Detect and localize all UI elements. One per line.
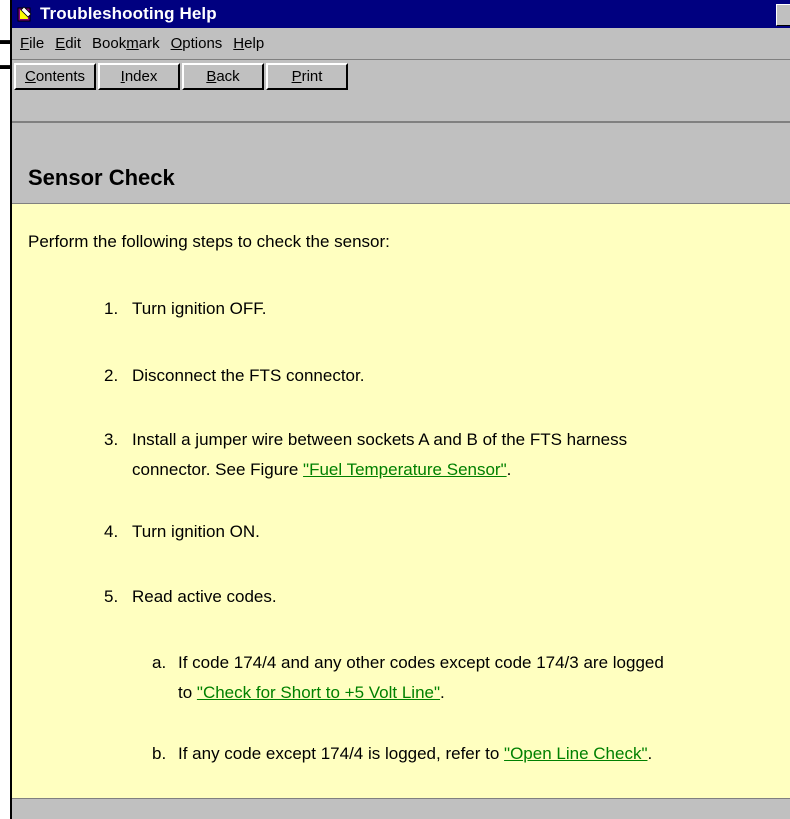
step-number: 4. [104,522,119,541]
substep-letter: a. [152,653,167,672]
back-button[interactable]: Back [182,63,264,90]
topic-content[interactable]: Perform the following steps to check the… [12,203,790,799]
step-text-continued: connector. See Figure "Fuel Temperature … [132,460,512,479]
open-line-check-link[interactable]: "Open Line Check" [504,744,647,763]
step-text: Disconnect the FTS connector. [132,366,365,385]
step-text: Turn ignition OFF. [132,299,267,318]
help-book-icon [17,6,32,22]
background-window-edge: ▬ ▬ [0,0,13,819]
print-button[interactable]: Print [266,63,348,90]
topic-title: Sensor Check [28,165,175,190]
step-number: 2. [104,366,119,385]
substep-text: If code 174/4 and any other codes except… [178,653,664,672]
window-bottom-edge [12,798,790,819]
window-title: Troubleshooting Help [40,4,217,23]
step-text: Turn ignition ON. [132,522,260,541]
window-control-button[interactable] [776,4,790,26]
menu-bar: File Edit Bookmark Options Help [12,28,790,60]
menu-file[interactable]: File [20,35,44,52]
step-text: Read active codes. [132,587,277,606]
menu-help[interactable]: Help [233,35,264,52]
topic-intro: Perform the following steps to check the… [28,232,390,251]
menu-options[interactable]: Options [171,35,223,52]
help-window: Troubleshooting Help File Edit Bookmark … [10,0,790,819]
substep-text: If any code except 174/4 is logged, refe… [178,744,653,763]
step-number: 5. [104,587,119,606]
step-number: 1. [104,299,119,318]
step-number: 3. [104,430,119,449]
contents-button[interactable]: Contents [14,63,96,90]
index-button[interactable]: Index [98,63,180,90]
menu-bookmark[interactable]: Bookmark [92,35,160,52]
topic-title-band: Sensor Check [12,121,790,203]
check-short-5-volt-line-link[interactable]: "Check for Short to +5 Volt Line" [197,683,440,702]
substep-text-continued: to "Check for Short to +5 Volt Line". [178,683,445,702]
menu-edit[interactable]: Edit [55,35,81,52]
button-bar: Contents Index Back Print [12,60,790,122]
title-bar[interactable]: Troubleshooting Help [12,0,790,28]
substep-letter: b. [152,744,167,763]
fuel-temperature-sensor-link[interactable]: "Fuel Temperature Sensor" [303,460,507,479]
step-text: Install a jumper wire between sockets A … [132,430,628,449]
